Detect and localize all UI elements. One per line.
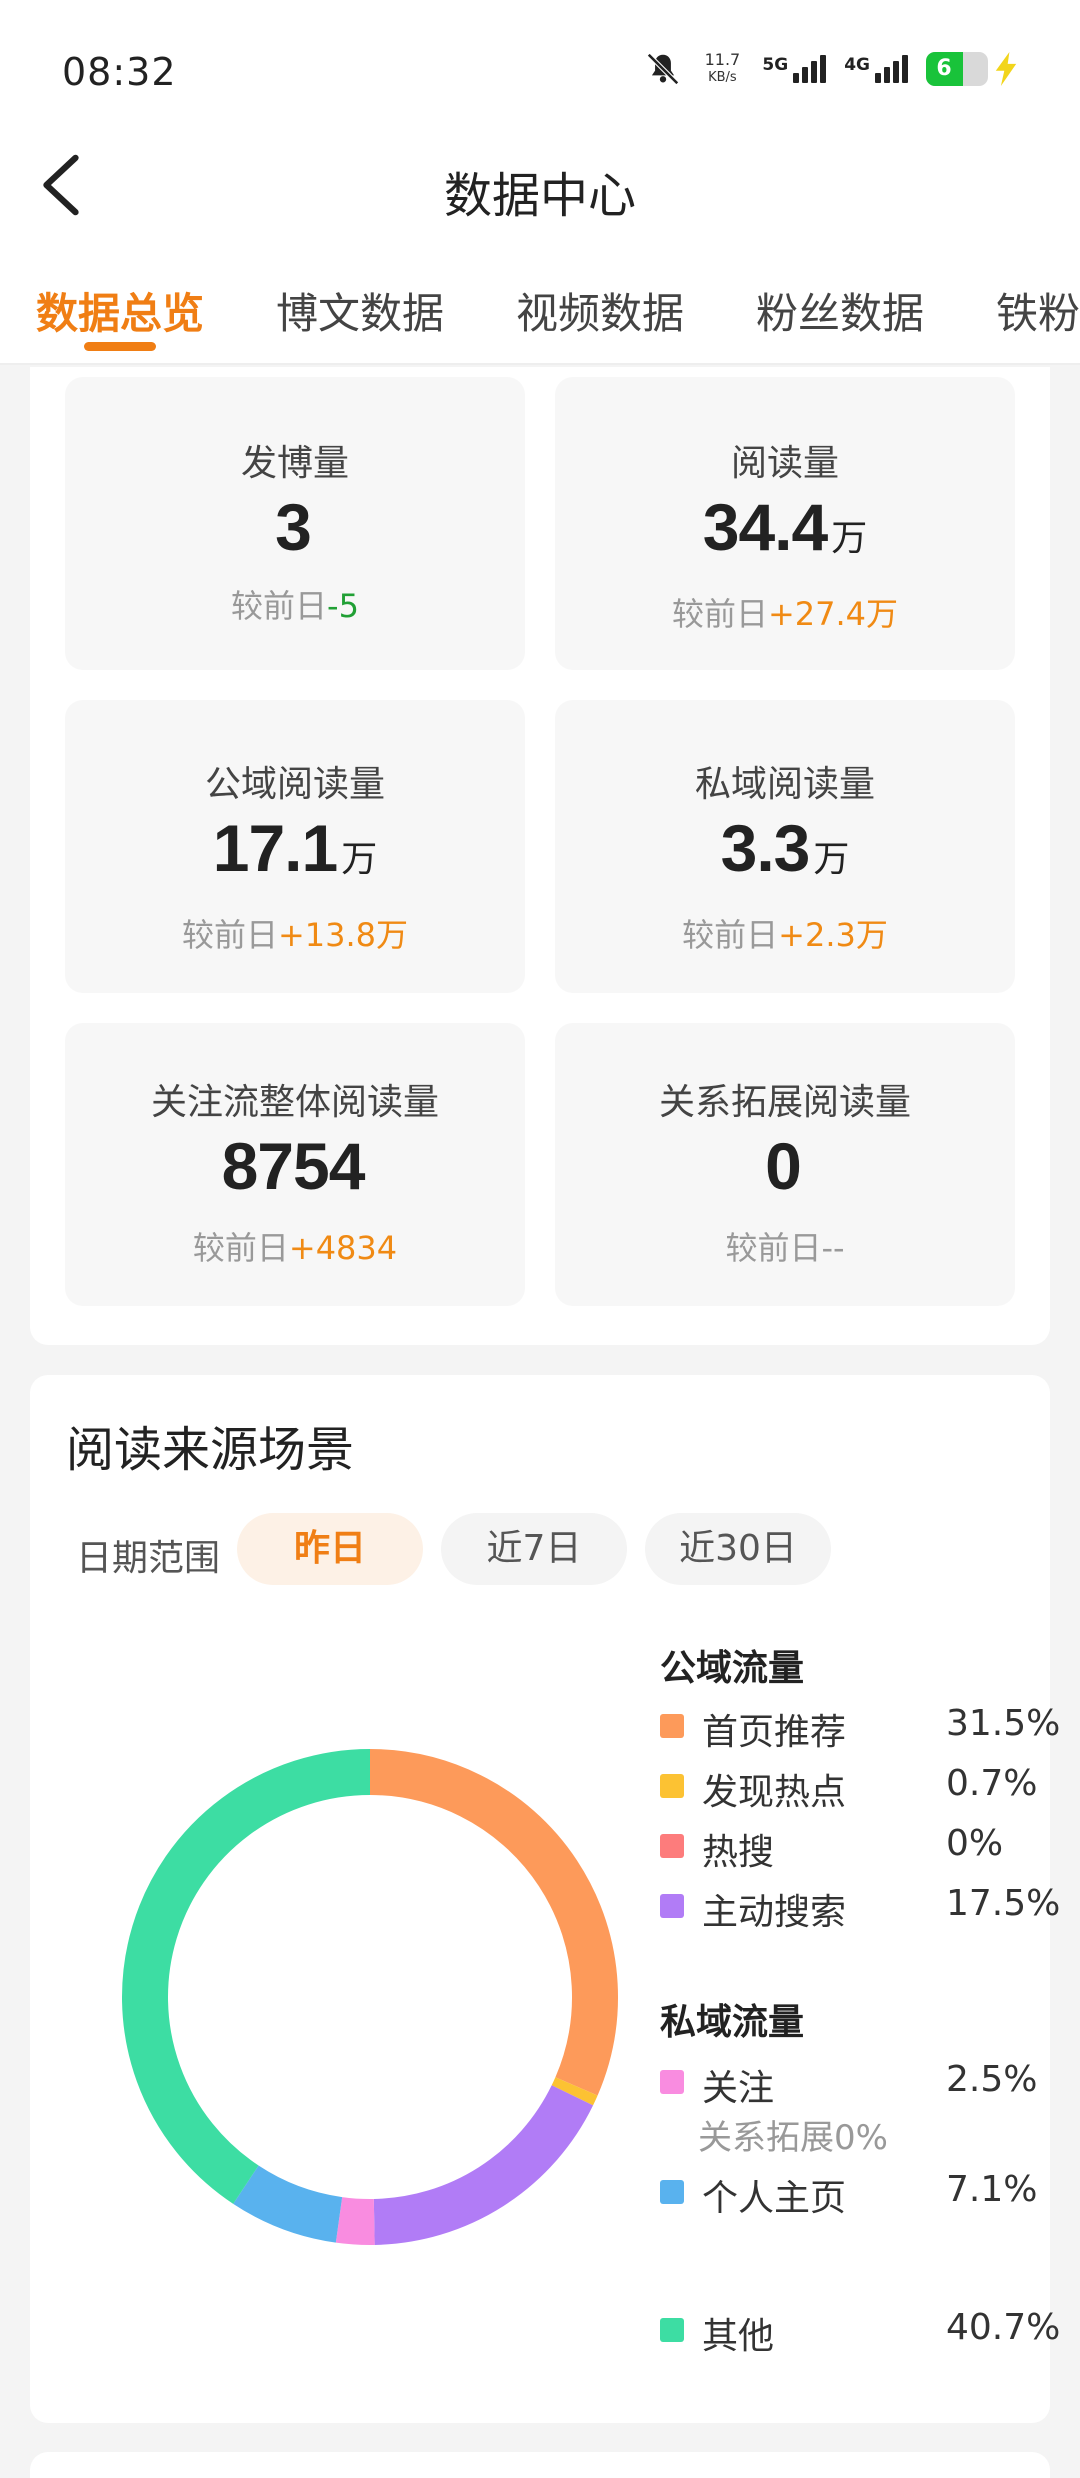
- section-title: 阅读来源场景: [66, 1422, 355, 1478]
- charging-bolt-icon: [995, 52, 1017, 86]
- tab-bar: 数据总览 博文数据 视频数据 粉丝数据 铁粉: [0, 240, 1080, 365]
- legend-group-public: 公域流量: [660, 1648, 805, 1689]
- stats-card: 发博量 3 较前日-5 阅读量 34.4 万 较前日+27.4万 公域阅读量 17…: [30, 367, 1050, 1345]
- status-icons: 11.7 KB/s 5G 4G 6: [644, 44, 1020, 94]
- stat-value: 34.4 万: [702, 490, 868, 564]
- active-tab-indicator: [84, 342, 156, 351]
- source-donut-chart: [122, 1749, 618, 2245]
- tab-post-data[interactable]: 博文数据: [276, 280, 444, 341]
- tab-iron-fans[interactable]: 铁粉: [996, 280, 1080, 341]
- nav-bar: 数据中心: [0, 130, 1080, 240]
- stat-value: 0: [765, 1129, 802, 1203]
- legend-swatch: [660, 1714, 684, 1738]
- stat-post-count[interactable]: 发博量 3 较前日-5: [65, 377, 525, 670]
- stat-value: 3: [275, 490, 312, 564]
- stat-change: 较前日+27.4万: [671, 595, 899, 633]
- stat-label: 私域阅读量: [694, 764, 875, 805]
- next-card: [30, 2452, 1050, 2478]
- stat-label: 公域阅读量: [204, 764, 385, 805]
- donut-slice-1[interactable]: [369, 1749, 618, 2096]
- read-source-card: 阅读来源场景 日期范围 昨日 近7日 近30日 公域流量 首页推荐 31.5% …: [30, 1375, 1060, 2423]
- legend-item-discover-hot: 发现热点 0.7%: [660, 1763, 1050, 1813]
- legend-swatch: [660, 2318, 684, 2342]
- donut-slice-6[interactable]: [233, 2165, 343, 2243]
- legend-group-private: 私域流量: [660, 2002, 805, 2043]
- donut-slice-2[interactable]: [551, 2077, 598, 2106]
- legend-subnote-relation: 关系拓展0%: [698, 2118, 888, 2158]
- status-bar: 08:32 11.7 KB/s 5G 4G 6: [0, 0, 1080, 130]
- legend-item-home-recommend: 首页推荐 31.5%: [660, 1703, 1060, 1753]
- tab-fans-data[interactable]: 粉丝数据: [756, 280, 924, 341]
- legend-item-profile: 个人主页 7.1%: [660, 2169, 1050, 2219]
- stat-value: 3.3 万: [720, 811, 850, 885]
- stat-change: 较前日-5: [231, 587, 359, 625]
- stat-label: 关注流整体阅读量: [150, 1082, 439, 1123]
- donut-slice-5[interactable]: [335, 2197, 375, 2245]
- range-30days-button[interactable]: 近30日: [645, 1513, 831, 1585]
- status-time: 08:32: [62, 50, 177, 94]
- legend-item-follow: 关注 2.5%: [660, 2059, 1050, 2109]
- legend-swatch: [660, 1834, 684, 1858]
- date-range-label: 日期范围: [76, 1538, 221, 1579]
- stat-reads[interactable]: 阅读量 34.4 万 较前日+27.4万: [555, 377, 1015, 670]
- legend-swatch: [660, 1774, 684, 1798]
- stat-label: 关系拓展阅读量: [658, 1082, 911, 1123]
- stat-change: 较前日--: [725, 1229, 845, 1267]
- stat-change: 较前日+13.8万: [181, 916, 409, 954]
- mute-bell-icon: [647, 53, 680, 85]
- stat-public-reads[interactable]: 公域阅读量 17.1 万 较前日+13.8万: [65, 700, 525, 993]
- battery-icon: 6: [926, 52, 1020, 86]
- stat-change: 较前日+4834: [192, 1229, 398, 1267]
- legend-item-active-search: 主动搜索 17.5%: [660, 1883, 1060, 1933]
- tab-overview[interactable]: 数据总览: [36, 280, 204, 341]
- stat-follow-feed-reads[interactable]: 关注流整体阅读量 8754 较前日+4834: [65, 1023, 525, 1306]
- legend-swatch: [660, 2180, 684, 2204]
- signal-4g-icon: 4G: [844, 55, 908, 83]
- network-speed: 11.7 KB/s: [704, 50, 741, 86]
- stat-value: 17.1 万: [212, 811, 378, 885]
- tab-video-data[interactable]: 视频数据: [516, 280, 684, 341]
- page-title: 数据中心: [443, 168, 636, 224]
- stat-change: 较前日+2.3万: [682, 916, 888, 954]
- stat-private-reads[interactable]: 私域阅读量 3.3 万 较前日+2.3万: [555, 700, 1015, 993]
- range-yesterday-button[interactable]: 昨日: [237, 1513, 423, 1585]
- signal-5g-icon: 5G: [762, 55, 827, 83]
- legend-swatch: [660, 2070, 684, 2094]
- stat-value: 8754: [221, 1129, 366, 1203]
- legend-item-hot-search: 热搜 0%: [660, 1823, 1050, 1873]
- stat-label: 阅读量: [730, 443, 839, 484]
- range-7days-button[interactable]: 近7日: [441, 1513, 627, 1585]
- stat-relation-reads[interactable]: 关系拓展阅读量 0 较前日--: [555, 1023, 1015, 1306]
- legend-item-other: 其他 40.7%: [660, 2307, 1060, 2357]
- stat-label: 发博量: [240, 443, 349, 484]
- legend-swatch: [660, 1894, 684, 1918]
- donut-slice-4[interactable]: [373, 2084, 594, 2245]
- donut-slice-7[interactable]: [122, 1749, 371, 2204]
